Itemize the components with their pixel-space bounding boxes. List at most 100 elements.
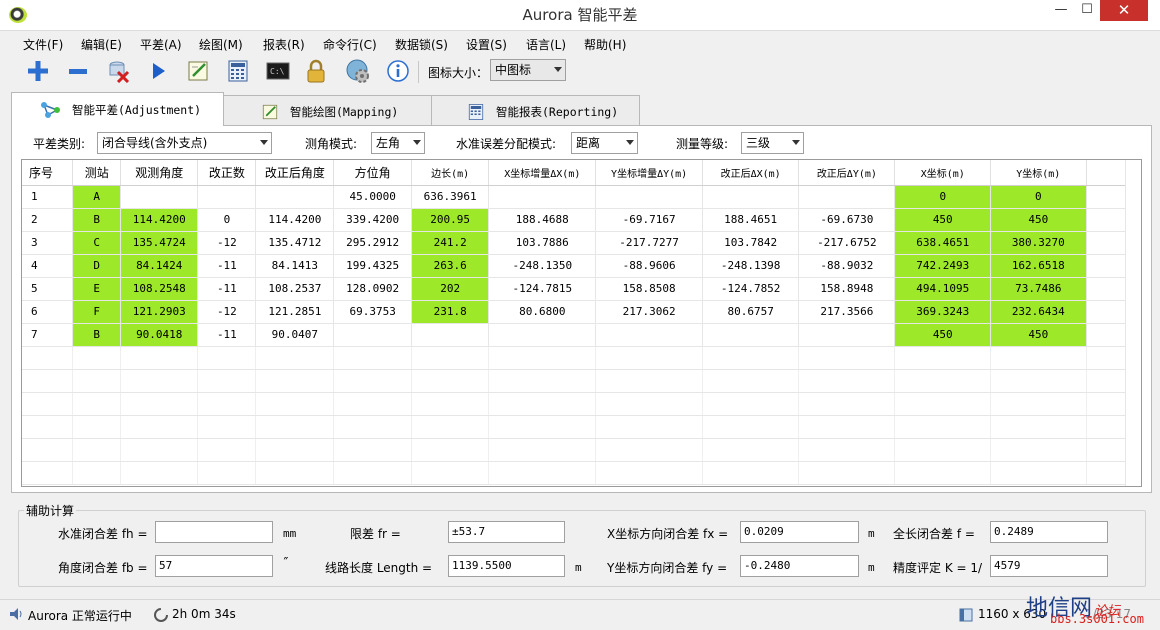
cell-corrected-dx[interactable]: 188.4651 — [702, 208, 800, 232]
cell-y[interactable]: 73.7486 — [990, 277, 1087, 301]
fx-field[interactable]: 0.0209 — [740, 521, 859, 543]
menu-language[interactable]: 语言(L) — [526, 36, 566, 53]
cell-station[interactable]: C — [72, 231, 121, 255]
cell-dy[interactable]: -69.7167 — [595, 208, 704, 232]
empty-cell[interactable] — [798, 369, 896, 393]
empty-cell[interactable] — [22, 392, 74, 416]
cell-station[interactable]: B — [72, 208, 121, 232]
cell-x[interactable]: 638.4651 — [894, 231, 992, 255]
empty-cell[interactable] — [702, 392, 800, 416]
run-icon[interactable] — [145, 58, 171, 84]
empty-cell[interactable] — [595, 438, 704, 462]
empty-cell[interactable] — [411, 461, 490, 485]
cell-seq[interactable]: 4 — [22, 254, 74, 278]
cell-corrected-angle[interactable]: 84.1413 — [255, 254, 335, 278]
empty-cell[interactable] — [120, 346, 199, 370]
empty-cell[interactable] — [197, 346, 257, 370]
empty-cell[interactable] — [22, 438, 74, 462]
empty-cell[interactable] — [333, 392, 412, 416]
cell-dx[interactable] — [488, 323, 597, 347]
cell-azimuth[interactable]: 128.0902 — [333, 277, 412, 301]
empty-cell[interactable] — [72, 369, 121, 393]
cell-seq[interactable]: 6 — [22, 300, 74, 324]
cell-observed-angle[interactable]: 84.1424 — [120, 254, 199, 278]
lock-icon[interactable] — [303, 58, 329, 84]
empty-row[interactable] — [22, 369, 1141, 393]
delete-icon[interactable] — [105, 58, 131, 84]
empty-cell[interactable] — [488, 461, 597, 485]
cell-dx[interactable]: 103.7886 — [488, 231, 597, 255]
cell-dy[interactable] — [595, 185, 704, 209]
cell-length[interactable]: 263.6 — [411, 254, 490, 278]
empty-cell[interactable] — [333, 461, 412, 485]
cell-correction[interactable]: -12 — [197, 300, 257, 324]
cell-dx[interactable]: 80.6800 — [488, 300, 597, 324]
close-button[interactable]: ✕ — [1100, 0, 1148, 21]
cell-corrected-dx[interactable]: -248.1398 — [702, 254, 800, 278]
cell-azimuth[interactable] — [333, 323, 412, 347]
empty-cell[interactable] — [255, 438, 335, 462]
empty-cell[interactable] — [488, 392, 597, 416]
empty-row[interactable] — [22, 392, 1141, 416]
cell-dx[interactable]: -124.7815 — [488, 277, 597, 301]
cell-azimuth[interactable]: 45.0000 — [333, 185, 412, 209]
empty-cell[interactable] — [255, 461, 335, 485]
cell-seq[interactable]: 7 — [22, 323, 74, 347]
cell-corrected-angle[interactable]: 114.4200 — [255, 208, 335, 232]
cell-dy[interactable]: -217.7277 — [595, 231, 704, 255]
cell-observed-angle[interactable]: 135.4724 — [120, 231, 199, 255]
cell-station[interactable]: A — [72, 185, 121, 209]
empty-cell[interactable] — [333, 369, 412, 393]
empty-cell[interactable] — [894, 461, 992, 485]
empty-cell[interactable] — [72, 392, 121, 416]
empty-cell[interactable] — [595, 369, 704, 393]
empty-cell[interactable] — [894, 438, 992, 462]
empty-cell[interactable] — [894, 369, 992, 393]
empty-row[interactable] — [22, 461, 1141, 485]
col-header-x[interactable]: X坐标(m) — [894, 160, 992, 186]
empty-cell[interactable] — [22, 346, 74, 370]
empty-cell[interactable] — [990, 346, 1087, 370]
cell-corrected-dy[interactable]: 158.8948 — [798, 277, 896, 301]
cell-y[interactable]: 450 — [990, 208, 1087, 232]
cell-length[interactable]: 241.2 — [411, 231, 490, 255]
empty-cell[interactable] — [22, 415, 74, 439]
settings-icon[interactable] — [345, 58, 371, 84]
empty-cell[interactable] — [702, 438, 800, 462]
cell-length[interactable]: 231.8 — [411, 300, 490, 324]
empty-cell[interactable] — [22, 461, 74, 485]
angle-mode-select[interactable]: 左角 — [371, 132, 425, 154]
empty-cell[interactable] — [798, 415, 896, 439]
empty-cell[interactable] — [990, 438, 1087, 462]
empty-cell[interactable] — [798, 461, 896, 485]
cell-corrected-dy[interactable] — [798, 323, 896, 347]
empty-cell[interactable] — [411, 415, 490, 439]
table-row[interactable]: 5 E 108.2548 -11 108.2537 128.0902 202 -124.781… — [22, 277, 1141, 301]
cell-observed-angle[interactable]: 114.4200 — [120, 208, 199, 232]
drawing-icon[interactable] — [185, 58, 211, 84]
cell-y[interactable]: 0 — [990, 185, 1087, 209]
cell-corrected-dy[interactable]: -69.6730 — [798, 208, 896, 232]
empty-cell[interactable] — [197, 369, 257, 393]
menu-file[interactable]: 文件(F) — [23, 36, 63, 53]
cell-correction[interactable]: -11 — [197, 323, 257, 347]
cell-y[interactable]: 380.3270 — [990, 231, 1087, 255]
empty-cell[interactable] — [702, 415, 800, 439]
cell-corrected-dx[interactable]: 80.6757 — [702, 300, 800, 324]
empty-cell[interactable] — [595, 415, 704, 439]
menu-draw[interactable]: 绘图(M) — [199, 36, 243, 53]
fh-field[interactable] — [155, 521, 273, 543]
table-row[interactable]: 1 A 45.0000 636.3961 0 0 — [22, 185, 1141, 209]
empty-cell[interactable] — [72, 346, 121, 370]
menu-command[interactable]: 命令行(C) — [323, 36, 377, 53]
icon-size-select[interactable]: 中图标 — [490, 59, 566, 81]
cell-azimuth[interactable]: 199.4325 — [333, 254, 412, 278]
cell-observed-angle[interactable]: 121.2903 — [120, 300, 199, 324]
col-header-y[interactable]: Y坐标(m) — [990, 160, 1087, 186]
cell-dy[interactable]: 217.3062 — [595, 300, 704, 324]
empty-cell[interactable] — [411, 346, 490, 370]
cell-dy[interactable] — [595, 323, 704, 347]
table-row[interactable]: 6 F 121.2903 -12 121.2851 69.3753 231.8 80.6800… — [22, 300, 1141, 324]
cell-seq[interactable]: 3 — [22, 231, 74, 255]
cell-corrected-angle[interactable]: 121.2851 — [255, 300, 335, 324]
